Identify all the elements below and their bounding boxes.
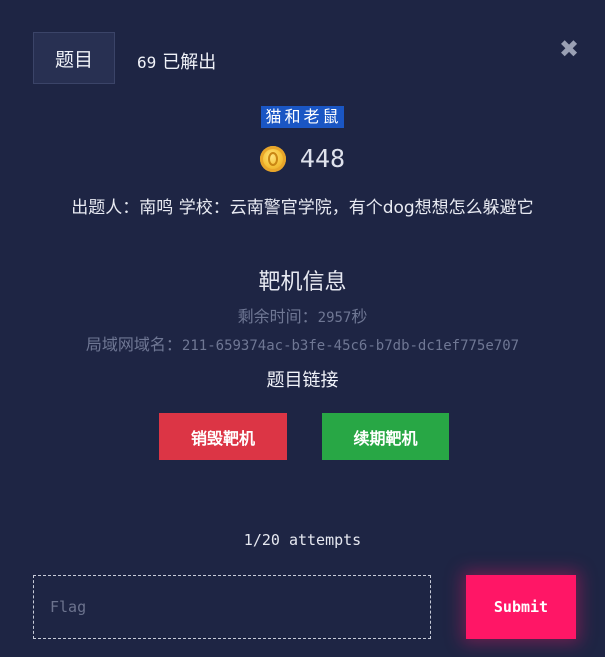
solve-count-number: 69 — [137, 53, 157, 72]
tab-challenge[interactable]: 题目 — [33, 32, 115, 84]
points-value: 448 — [299, 144, 346, 173]
attempts-counter: 1/20 attempts — [243, 531, 362, 549]
remaining-time-label: 剩余时间： — [237, 307, 318, 326]
lan-domain-label: 局域网域名： — [85, 335, 182, 354]
challenge-points: 448 — [0, 144, 605, 173]
challenge-link[interactable]: 题目链接 — [0, 366, 605, 392]
lan-domain: 局域网域名：211-659374ac-b3fe-45c6-b7db-dc1ef7… — [0, 331, 605, 355]
destroy-target-button[interactable]: 销毁靶机 — [159, 413, 287, 460]
close-icon[interactable]: ✖ — [558, 37, 580, 61]
remaining-time: 剩余时间：2957秒 — [0, 303, 605, 327]
renew-target-button[interactable]: 续期靶机 — [322, 413, 449, 460]
target-info-heading: 靶机信息 — [258, 270, 347, 295]
submit-button[interactable]: Submit — [466, 575, 576, 639]
challenge-title-wrap: 猫和老鼠 — [0, 106, 605, 128]
challenge-title: 猫和老鼠 — [261, 106, 344, 128]
challenge-description: 出题人：南鸣 学校：云南警官学院，有个dog想想怎么躲避它 — [71, 198, 534, 218]
challenge-modal: 题目 69 已解出 ✖ 猫和老鼠 448 出题人：南鸣 学校：云南警官学院，有个d… — [0, 0, 605, 657]
remaining-time-unit: 秒 — [351, 307, 368, 326]
solve-count-label: 已解出 — [162, 52, 217, 73]
coin-icon — [259, 145, 286, 172]
remaining-time-value: 2957 — [317, 310, 352, 326]
lan-domain-value: 211-659374ac-b3fe-45c6-b7db-dc1ef775e707 — [181, 338, 520, 354]
flag-input[interactable] — [33, 575, 431, 639]
solve-count: 69 已解出 — [137, 48, 216, 74]
